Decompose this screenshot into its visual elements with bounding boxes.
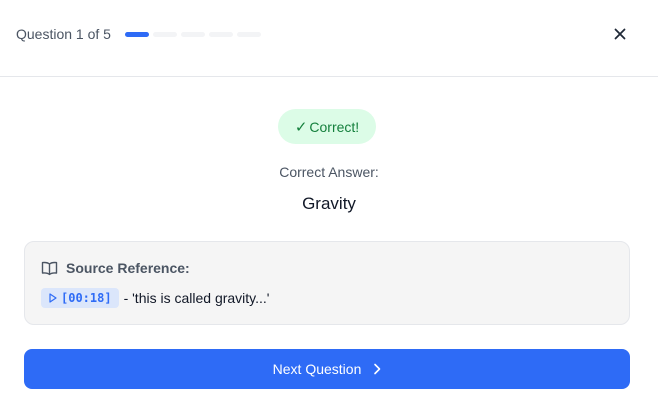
next-question-button[interactable]: Next Question [24,349,630,389]
correct-answer-label: Correct Answer: [279,164,379,180]
source-reference-card: Source Reference: [00:18] - 'this is cal… [24,241,630,325]
quiz-header: Question 1 of 5 [0,0,658,77]
book-open-icon [41,261,58,275]
close-icon [614,28,626,40]
source-quote: - 'this is called gravity...' [123,290,270,306]
correct-badge-label: Correct! [309,118,360,135]
source-reference-line: [00:18] - 'this is called gravity...' [41,288,269,308]
correct-badge: ✓ Correct! [278,109,376,144]
source-reference-header: Source Reference: [41,260,190,276]
source-reference-title: Source Reference: [66,260,190,276]
timestamp-text: [00:18] [61,291,112,305]
progress-segment [181,32,205,37]
timestamp-link[interactable]: [00:18] [41,288,119,308]
correct-answer-value: Gravity [302,194,356,213]
close-button[interactable] [610,24,630,44]
next-question-label: Next Question [272,361,362,377]
progress-segment [237,32,261,37]
chevron-right-icon [374,363,381,375]
question-counter: Question 1 of 5 [16,26,111,42]
progress-segment [125,32,149,37]
play-icon [49,293,57,303]
check-icon: ✓ [294,118,308,136]
progress-segment [153,32,177,37]
progress-segment [209,32,233,37]
progress-bar [125,32,261,37]
